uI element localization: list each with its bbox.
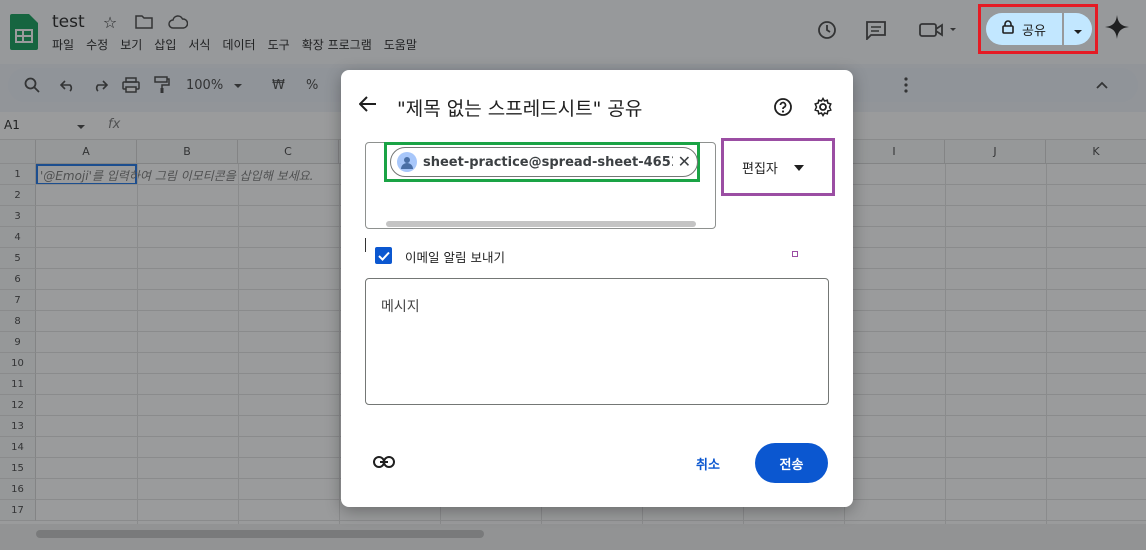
avatar [397, 152, 417, 172]
link-icon[interactable] [373, 453, 395, 472]
lock-icon [1002, 20, 1014, 38]
checkmark-icon [377, 251, 390, 261]
recipient-email: sheet-practice@spread-sheet-46510... [423, 154, 673, 170]
chevron-down-icon [793, 160, 804, 175]
cancel-button[interactable]: 취소 [681, 446, 735, 480]
dialog-title: "제목 없는 스프레드시트" 공유 [397, 98, 643, 120]
message-textarea[interactable]: 메시지 [365, 278, 829, 405]
selection-marker [792, 251, 798, 257]
share-highlight: 공유 [978, 4, 1098, 54]
role-dropdown[interactable]: 편집자 [726, 143, 830, 191]
share-label: 공유 [1022, 23, 1046, 39]
notify-label[interactable]: 이메일 알림 보내기 [405, 247, 505, 266]
share-dialog: "제목 없는 스프레드시트" 공유 sheet-practice@spread-… [341, 70, 853, 507]
chevron-down-icon [1073, 20, 1083, 39]
send-button[interactable]: 전송 [755, 443, 828, 483]
message-placeholder: 메시지 [381, 299, 420, 315]
notify-checkbox[interactable] [375, 247, 392, 264]
share-button[interactable]: 공유 [986, 13, 1062, 45]
share-dropdown-button[interactable] [1064, 13, 1092, 45]
back-arrow-icon[interactable] [358, 96, 377, 116]
recipient-chip[interactable]: sheet-practice@spread-sheet-46510... ✕ [390, 147, 698, 177]
close-icon[interactable]: ✕ [678, 153, 691, 171]
recipients-scrollbar[interactable] [386, 221, 696, 227]
help-icon[interactable] [773, 97, 793, 121]
role-label: 편집자 [742, 161, 778, 177]
gear-icon[interactable] [813, 97, 833, 121]
text-cursor [365, 238, 366, 252]
